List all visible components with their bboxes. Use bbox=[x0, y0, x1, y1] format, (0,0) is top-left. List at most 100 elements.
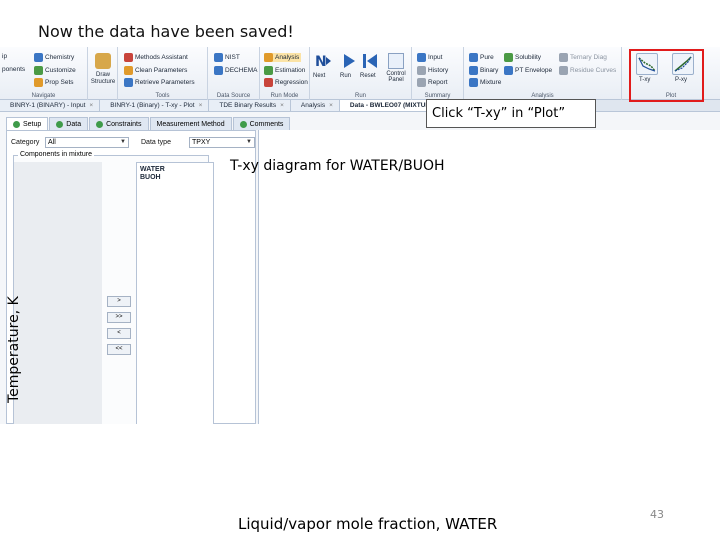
estimation-mode-button[interactable]: Estimation bbox=[264, 66, 305, 75]
ribbon-item-label: ponents bbox=[2, 66, 26, 73]
pt-envelope-button[interactable]: PT Envelope bbox=[504, 66, 552, 75]
chemistry-icon bbox=[34, 53, 43, 62]
group-label: Run bbox=[354, 93, 366, 99]
setup-form: Category All ▼ Data type TPXY ▼ Components… bbox=[6, 130, 256, 424]
subtab-measurement-method[interactable]: Measurement Method bbox=[149, 117, 232, 130]
draw-structure-icon[interactable] bbox=[95, 53, 111, 69]
doc-tab-label: Analysis bbox=[300, 102, 326, 109]
next-button-label: Next bbox=[313, 73, 326, 79]
ribbon-item-label: Estimation bbox=[275, 67, 306, 74]
components-in-mixture-panel: Components in mixture > >> < << WATER BU… bbox=[13, 151, 214, 424]
doc-tab-tde-results[interactable]: TDE Binary Results × bbox=[209, 100, 291, 111]
ribbon-item-label: Regression bbox=[275, 79, 308, 86]
report-icon bbox=[417, 78, 426, 87]
move-all-right-button[interactable]: >> bbox=[107, 312, 131, 323]
reset-icon[interactable] bbox=[362, 53, 378, 69]
subtab-label: Measurement Method bbox=[156, 120, 225, 128]
ribbon-item-label: Methods Assistant bbox=[135, 54, 188, 61]
callout-box: Click “T-xy” in “Plot” bbox=[426, 99, 596, 128]
close-icon[interactable]: × bbox=[199, 102, 203, 109]
selected-components-list[interactable]: WATER BUOH bbox=[136, 162, 214, 424]
ribbon-group-draw: Draw Structure bbox=[88, 47, 118, 100]
group-label: Navigate bbox=[31, 93, 56, 99]
ribbon-item-label: Binary bbox=[480, 67, 499, 74]
move-all-left-button[interactable]: << bbox=[107, 344, 131, 355]
nist-button[interactable]: NIST bbox=[214, 53, 240, 62]
ribbon-item-label: Ternary Diag bbox=[570, 54, 607, 61]
run-icon[interactable] bbox=[341, 53, 357, 69]
svg-text:N: N bbox=[315, 54, 327, 69]
doc-tab-analysis[interactable]: Analysis × bbox=[290, 100, 340, 111]
ribbon-item-label: DECHEMA bbox=[225, 67, 258, 74]
subtab-constraints[interactable]: Constraints bbox=[89, 117, 149, 130]
ribbon-item-prop-sets[interactable]: Prop Sets bbox=[34, 78, 74, 87]
next-icon[interactable]: N bbox=[315, 53, 331, 70]
reset-button-label: Reset bbox=[360, 73, 376, 79]
ribbon-item-label: ip bbox=[2, 53, 8, 60]
ribbon-item-label: Mixture bbox=[480, 79, 502, 86]
ribbon: ip ponents Chemistry Customize Prop Sets… bbox=[0, 47, 720, 100]
input-summary-button[interactable]: Input bbox=[417, 53, 442, 62]
ribbon-item-label: Prop Sets bbox=[45, 79, 74, 86]
close-icon[interactable]: × bbox=[280, 102, 284, 109]
doc-tab-binry-input[interactable]: BINRY-1 (BINARY) - Input × bbox=[0, 100, 101, 111]
residue-curves-button[interactable]: Residue Curves bbox=[559, 66, 616, 75]
subtab-comments[interactable]: Comments bbox=[232, 117, 291, 130]
ternary-diag-button[interactable]: Ternary Diag bbox=[559, 53, 607, 62]
ribbon-item-label: Clean Parameters bbox=[135, 67, 188, 74]
methods-assistant-button[interactable]: Methods Assistant bbox=[124, 53, 188, 62]
subtab-label: Comments bbox=[249, 120, 284, 128]
ribbon-item-setup[interactable]: ip bbox=[2, 53, 7, 60]
prop-sets-icon bbox=[34, 78, 43, 87]
ribbon-item-label: Solubility bbox=[515, 54, 542, 61]
clean-parameters-icon bbox=[124, 66, 133, 75]
ribbon-item-label: NIST bbox=[225, 54, 240, 61]
regression-mode-button[interactable]: Regression bbox=[264, 78, 308, 87]
pure-analysis-button[interactable]: Pure bbox=[469, 53, 494, 62]
check-icon bbox=[239, 120, 247, 128]
list-item[interactable]: WATER bbox=[140, 166, 210, 174]
dechema-button[interactable]: DECHEMA bbox=[214, 66, 258, 75]
history-button[interactable]: History bbox=[417, 66, 448, 75]
methods-assistant-icon bbox=[124, 53, 133, 62]
ribbon-item-components[interactable]: ponents bbox=[2, 66, 25, 73]
estimation-icon bbox=[264, 66, 273, 75]
report-button[interactable]: Report bbox=[417, 78, 448, 87]
data-type-label: Data type bbox=[141, 139, 171, 146]
category-select[interactable]: All ▼ bbox=[45, 137, 129, 148]
close-icon[interactable]: × bbox=[329, 102, 333, 109]
ribbon-item-label: Pure bbox=[480, 54, 494, 61]
list-item[interactable]: BUOH bbox=[140, 174, 210, 182]
binary-icon bbox=[469, 66, 478, 75]
group-label: Data Source bbox=[216, 93, 251, 99]
nist-icon bbox=[214, 53, 223, 62]
ribbon-group-data-source: NIST DECHEMA Data Source bbox=[208, 47, 260, 100]
chevron-down-icon: ▼ bbox=[246, 139, 252, 145]
chart-title: T-xy diagram for WATER/BUOH bbox=[230, 158, 445, 174]
subtab-setup[interactable]: Setup bbox=[6, 117, 49, 130]
control-panel-icon[interactable] bbox=[388, 53, 404, 69]
mixture-analysis-button[interactable]: Mixture bbox=[469, 78, 501, 87]
plot-group-highlight bbox=[629, 49, 704, 102]
slide-title: Now the data have been saved! bbox=[38, 22, 294, 41]
analysis-mode-button[interactable]: Analysis bbox=[264, 53, 302, 62]
input-icon bbox=[417, 53, 426, 62]
document-tab-bar: BINRY-1 (BINARY) - Input × BINRY-1 (Binar… bbox=[0, 100, 720, 112]
doc-tab-txy-plot[interactable]: BINRY-1 (Binary) - T-xy - Plot × bbox=[100, 100, 210, 111]
solubility-button[interactable]: Solubility bbox=[504, 53, 541, 62]
subtab-label: Setup bbox=[23, 120, 42, 128]
move-left-button[interactable]: < bbox=[107, 328, 131, 339]
close-icon[interactable]: × bbox=[89, 102, 93, 109]
binary-analysis-button[interactable]: Binary bbox=[469, 66, 498, 75]
clean-parameters-button[interactable]: Clean Parameters bbox=[124, 66, 187, 75]
ribbon-group-run: N Next Run Reset Control Panel Run bbox=[310, 47, 412, 100]
subtab-label: Constraints bbox=[106, 120, 142, 128]
move-right-button[interactable]: > bbox=[107, 296, 131, 307]
ribbon-item-chemistry[interactable]: Chemistry bbox=[34, 53, 74, 62]
subtab-data[interactable]: Data bbox=[49, 117, 89, 130]
control-panel-label: Control Panel bbox=[386, 71, 406, 83]
ribbon-item-customize[interactable]: Customize bbox=[34, 66, 76, 75]
retrieve-parameters-button[interactable]: Retrieve Parameters bbox=[124, 78, 195, 87]
available-components-list[interactable] bbox=[14, 162, 102, 424]
data-type-select[interactable]: TPXY ▼ bbox=[189, 137, 255, 148]
